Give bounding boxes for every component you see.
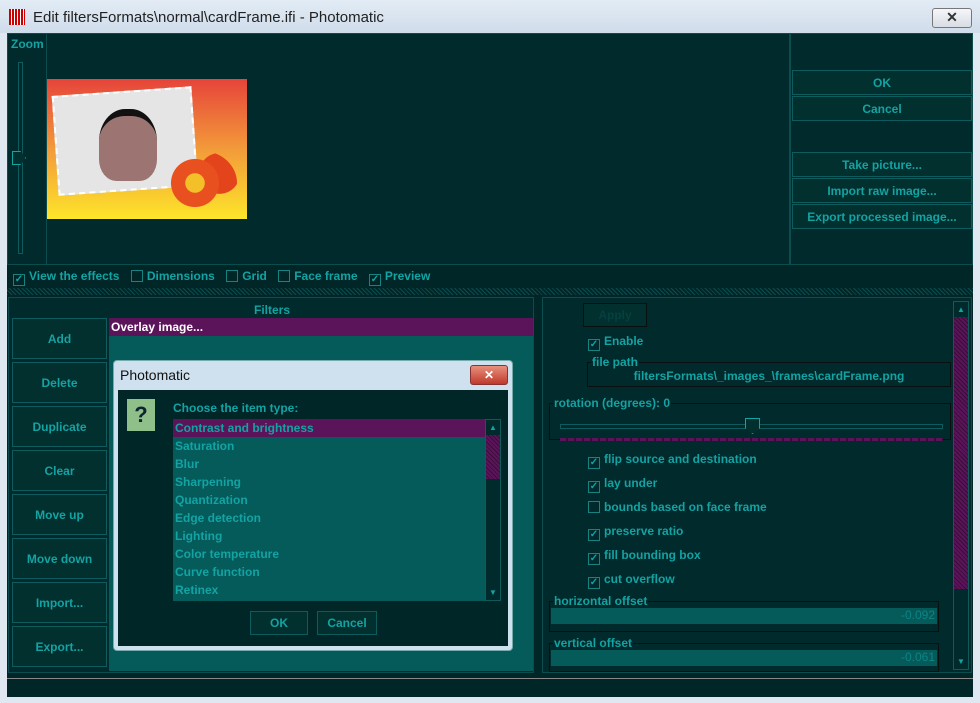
filter-button-move-up[interactable]: Move up	[12, 494, 107, 535]
horizontal-offset-input[interactable]: -0.092	[551, 608, 937, 624]
export-processed-image-button[interactable]: Export processed image...	[792, 204, 972, 229]
list-item[interactable]: Saturation	[173, 437, 485, 455]
file-path-group: file path filtersFormats\_images_\frames…	[587, 355, 951, 387]
checkbox[interactable]: ✓	[588, 457, 600, 469]
option-preview[interactable]: ✓ Preview	[368, 269, 438, 286]
splitter[interactable]	[7, 288, 973, 295]
scrollbar-thumb[interactable]	[486, 435, 500, 479]
option-checkbox[interactable]: bounds based on face frame	[588, 500, 767, 524]
rotation-slider-thumb[interactable]	[745, 418, 760, 434]
question-icon: ?	[127, 399, 155, 431]
option-checkbox[interactable]: ✓ lay under	[588, 476, 767, 500]
file-path-value: filtersFormats\_images_\frames\cardFrame…	[633, 369, 905, 383]
close-button[interactable]: ✕	[932, 8, 972, 28]
option-dimensions[interactable]: Dimensions	[130, 269, 223, 283]
title-bar: Edit filtersFormats\normal\cardFrame.ifi…	[0, 0, 980, 33]
take-picture-button[interactable]: Take picture...	[792, 152, 972, 177]
import-raw-image-button[interactable]: Import raw image...	[792, 178, 972, 203]
checkbox[interactable]: ✓	[588, 481, 600, 493]
list-item[interactable]: Curve function	[173, 563, 485, 581]
item-type-list[interactable]: Contrast and brightness Saturation Blur Sha…	[173, 419, 485, 601]
filter-button-clear[interactable]: Clear	[12, 450, 107, 491]
checkbox[interactable]	[130, 270, 143, 282]
option-checkbox[interactable]: ✓ preserve ratio	[588, 524, 767, 548]
list-item[interactable]: Sharpening	[173, 473, 485, 491]
list-item[interactable]: Quantization	[173, 491, 485, 509]
option-view-effects[interactable]: ✓ View the effects	[13, 269, 127, 286]
vertical-offset-input[interactable]: -0.061	[551, 650, 937, 666]
view-options: ✓ View the effects Dimensions Grid Face f…	[13, 269, 438, 286]
checkbox[interactable]	[278, 270, 291, 282]
cancel-button[interactable]: Cancel	[792, 96, 972, 121]
dialog-title: Photomatic	[120, 367, 191, 383]
option-checkbox[interactable]: ✓ flip source and destination	[588, 452, 767, 476]
checkbox[interactable]: ✓	[588, 553, 600, 565]
option-checkbox[interactable]: ✓ fill bounding box	[588, 548, 767, 572]
list-item[interactable]: Retinex	[173, 581, 485, 599]
preview-image	[47, 79, 247, 219]
filter-button-delete[interactable]: Delete	[12, 362, 107, 403]
scrollbar-thumb[interactable]	[954, 317, 968, 589]
option-checkbox[interactable]: ✓ cut overflow	[588, 572, 767, 596]
checkbox[interactable]: ✓	[588, 529, 600, 541]
list-item[interactable]: Overlay image...	[109, 318, 533, 336]
checkbox[interactable]: ✓	[368, 274, 381, 286]
apply-button[interactable]: Apply	[583, 303, 647, 327]
app-icon	[9, 9, 25, 25]
scroll-down-icon[interactable]: ▼	[486, 585, 500, 600]
zoom-slider-thumb[interactable]	[12, 151, 26, 165]
option-face-frame[interactable]: Face frame	[278, 269, 365, 283]
checkbox[interactable]	[588, 501, 600, 513]
filters-header: Filters	[253, 303, 290, 317]
rotation-group: rotation (degrees): 0	[549, 396, 951, 441]
enable-checkbox[interactable]: ✓ Enable	[588, 334, 643, 351]
dialog-close-button[interactable]: ✕	[470, 365, 508, 385]
dialog-body: ? Choose the item type: Contrast and bri…	[118, 390, 508, 646]
checkbox[interactable]: ✓	[588, 577, 600, 589]
vertical-offset-group: vertical offset -0.061	[549, 636, 939, 672]
scroll-down-icon[interactable]: ▼	[954, 654, 968, 669]
list-item[interactable]: Lighting	[173, 527, 485, 545]
filter-button-add[interactable]: Add	[12, 318, 107, 359]
filter-button-import[interactable]: Import...	[12, 582, 107, 623]
ok-button[interactable]: OK	[792, 70, 972, 95]
dialog-prompt: Choose the item type:	[173, 401, 299, 415]
scroll-up-icon[interactable]: ▲	[954, 302, 968, 317]
horizontal-offset-group: horizontal offset -0.092	[549, 594, 939, 632]
list-item[interactable]: Color temperature	[173, 545, 485, 563]
actions-panel: OK Cancel Take picture... Import raw ima…	[790, 33, 973, 265]
list-item[interactable]: Edge detection	[173, 509, 485, 527]
settings-panel: Apply ✓ Enable file path filtersFormats\_…	[542, 297, 972, 673]
window-title: Edit filtersFormats\normal\cardFrame.ifi…	[33, 9, 384, 26]
checkbox[interactable]	[226, 270, 239, 282]
filter-button-duplicate[interactable]: Duplicate	[12, 406, 107, 447]
dialog-scrollbar[interactable]: ▲ ▼	[485, 419, 501, 601]
filter-button-export[interactable]: Export...	[12, 626, 107, 667]
choose-item-dialog: Photomatic ✕ ? Choose the item type: Con…	[113, 360, 513, 651]
rotation-ticks	[560, 438, 943, 441]
zoom-label: Zoom	[11, 37, 44, 51]
list-item[interactable]: Blur	[173, 455, 485, 473]
scroll-up-icon[interactable]: ▲	[486, 420, 500, 435]
filter-button-move-down[interactable]: Move down	[12, 538, 107, 579]
dialog-cancel-button[interactable]: Cancel	[317, 611, 377, 635]
settings-scrollbar[interactable]: ▲ ▼	[953, 301, 969, 670]
preview-panel: Zoom	[7, 33, 790, 265]
checkbox[interactable]: ✓	[13, 274, 25, 286]
list-item[interactable]: Contrast and brightness	[173, 419, 485, 437]
dialog-ok-button[interactable]: OK	[250, 611, 308, 635]
option-grid[interactable]: Grid	[226, 269, 275, 283]
